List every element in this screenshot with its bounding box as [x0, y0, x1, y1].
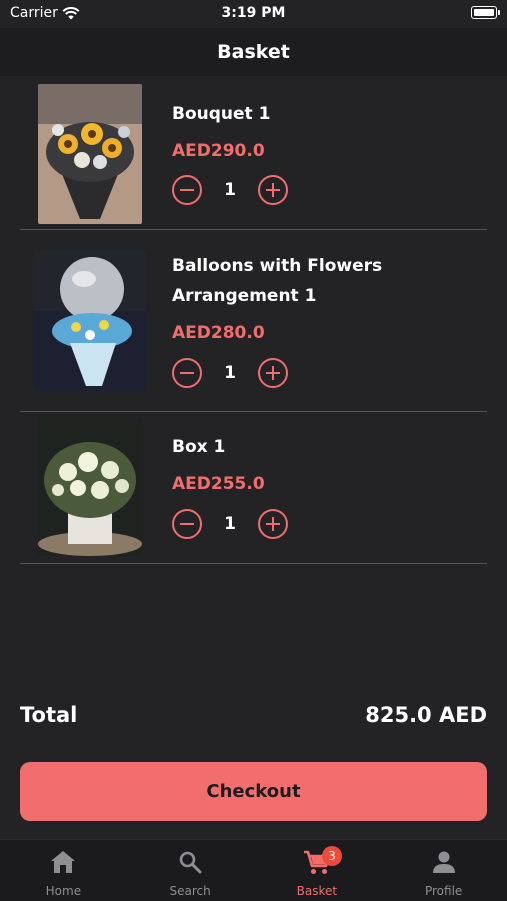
increase-quantity-button[interactable] — [258, 175, 288, 205]
tab-label: Search — [169, 884, 211, 898]
navigation-bar: Basket — [0, 28, 507, 76]
status-bar: Carrier 3:19 PM — [0, 0, 507, 28]
cart-count-badge: 3 — [322, 846, 342, 866]
increase-quantity-button[interactable] — [258, 509, 288, 539]
product-image — [38, 84, 142, 224]
clock: 3:19 PM — [221, 5, 286, 21]
tab-label: Home — [45, 884, 82, 898]
tab-profile[interactable]: Profile — [380, 840, 507, 901]
basket-item: Bouquet 1 AED290.0 1 — [20, 76, 487, 230]
increase-quantity-button[interactable] — [258, 358, 288, 388]
page-title: Basket — [217, 41, 290, 63]
item-price: AED290.0 — [172, 141, 265, 161]
quantity-value: 1 — [224, 180, 236, 200]
product-image — [34, 251, 146, 391]
tab-bar: Home Search Basket Profile 3 — [0, 839, 507, 901]
quantity-value: 1 — [224, 514, 236, 534]
battery-icon — [471, 6, 500, 19]
product-image — [38, 418, 142, 556]
item-price: AED255.0 — [172, 474, 265, 494]
home-icon — [51, 851, 76, 873]
person-icon — [432, 851, 455, 873]
total-label: Total — [20, 703, 78, 727]
search-icon — [179, 851, 202, 874]
minus-icon — [180, 188, 194, 192]
checkout-button[interactable]: Checkout — [20, 762, 487, 821]
minus-icon — [180, 522, 194, 526]
quantity-stepper: 1 — [172, 506, 288, 542]
tab-search[interactable]: Search — [127, 840, 254, 901]
tab-home[interactable]: Home — [0, 840, 127, 901]
total-value: 825.0 AED — [365, 703, 487, 727]
quantity-stepper: 1 — [172, 355, 288, 391]
item-name: Box 1 — [172, 437, 226, 457]
decrease-quantity-button[interactable] — [172, 175, 202, 205]
basket-item: Balloons with Flowers Arrangement 1 AED2… — [20, 230, 487, 412]
checkout-label: Checkout — [206, 781, 301, 802]
item-price: AED280.0 — [172, 323, 265, 343]
item-name: Bouquet 1 — [172, 104, 271, 124]
tab-label: Profile — [424, 884, 463, 898]
decrease-quantity-button[interactable] — [172, 509, 202, 539]
decrease-quantity-button[interactable] — [172, 358, 202, 388]
item-name: Balloons with Flowers Arrangement 1 — [172, 256, 383, 306]
quantity-value: 1 — [224, 363, 236, 383]
total-row: Total 825.0 AED — [20, 703, 487, 735]
minus-icon — [180, 371, 194, 375]
basket-item: Box 1 AED255.0 1 — [20, 412, 487, 564]
tab-basket[interactable]: Basket — [254, 840, 381, 901]
quantity-stepper: 1 — [172, 172, 288, 208]
tab-label: Basket — [296, 884, 338, 898]
